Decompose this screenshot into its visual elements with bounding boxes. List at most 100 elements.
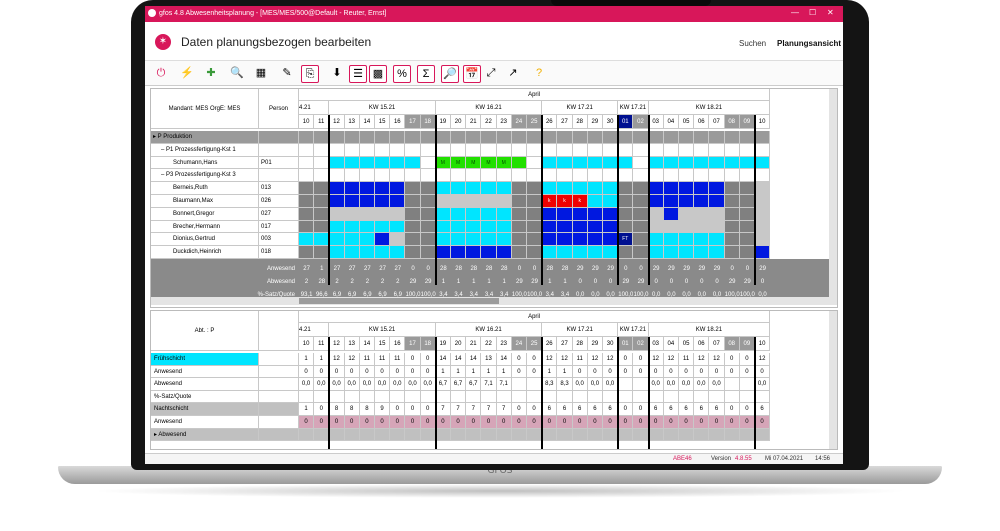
plan-cell[interactable] — [755, 131, 771, 144]
plan-cell[interactable] — [466, 169, 482, 183]
plan-cell[interactable] — [466, 131, 482, 144]
plan-cell[interactable] — [648, 195, 664, 208]
help-arrow-icon[interactable]: ↗ — [505, 65, 521, 81]
plan-cell[interactable] — [451, 195, 467, 208]
plan-cell[interactable] — [451, 182, 467, 195]
plan-cell[interactable] — [405, 220, 421, 234]
plan-cell[interactable] — [390, 143, 406, 157]
plan-cell[interactable] — [420, 195, 436, 208]
download-icon[interactable]: ⬇ — [329, 65, 345, 81]
plan-cell[interactable] — [390, 131, 406, 144]
plan-cell[interactable] — [435, 182, 451, 195]
plan-cell[interactable] — [709, 131, 725, 144]
plan-cell[interactable] — [755, 207, 771, 221]
plan-cell[interactable] — [299, 156, 315, 170]
plan-cell[interactable] — [451, 220, 467, 234]
nav-search-link[interactable]: Suchen — [739, 39, 766, 48]
plan-cell[interactable] — [587, 246, 603, 259]
plan-cell[interactable] — [359, 131, 375, 144]
plan-cell[interactable] — [496, 169, 512, 183]
plan-cell[interactable] — [405, 195, 421, 208]
plan-cell[interactable] — [481, 195, 497, 208]
plan-cell[interactable] — [603, 143, 619, 157]
plan-cell[interactable] — [694, 156, 710, 170]
plan-cell[interactable] — [375, 220, 391, 234]
plan-cell[interactable] — [496, 220, 512, 234]
plan-cell[interactable] — [663, 233, 679, 247]
plan-cell[interactable] — [496, 182, 512, 195]
plan-cell[interactable] — [739, 207, 755, 221]
plan-cell[interactable] — [663, 156, 679, 170]
plan-cell[interactable] — [633, 131, 649, 144]
plan-cell[interactable] — [663, 195, 679, 208]
plan-cell[interactable] — [435, 246, 451, 259]
plan-cell[interactable] — [405, 156, 421, 170]
plan-cell[interactable] — [527, 131, 543, 144]
plan-cell[interactable] — [527, 233, 543, 247]
plan-cell[interactable] — [618, 207, 634, 221]
plan-cell[interactable] — [359, 207, 375, 221]
plan-cell[interactable] — [329, 246, 345, 259]
plan-cell[interactable] — [314, 131, 330, 144]
plan-cell[interactable] — [481, 220, 497, 234]
plan-cell[interactable] — [557, 207, 573, 221]
plan-cell[interactable] — [557, 131, 573, 144]
plan-cell[interactable] — [724, 169, 740, 183]
calendar-icon[interactable]: 📅 — [463, 65, 481, 83]
plan-cell[interactable] — [679, 246, 695, 259]
horizontal-scrollbar[interactable] — [151, 297, 837, 305]
plan-cell[interactable] — [587, 131, 603, 144]
plan-cell[interactable] — [694, 182, 710, 195]
plan-cell[interactable] — [633, 195, 649, 208]
plan-cell[interactable] — [329, 156, 345, 170]
plan-cell[interactable] — [755, 156, 771, 170]
grid-view-icon[interactable]: ☰ — [349, 65, 367, 83]
plan-cell[interactable] — [481, 246, 497, 259]
plan-cell[interactable] — [481, 182, 497, 195]
plan-cell[interactable] — [496, 143, 512, 157]
plan-cell[interactable] — [420, 233, 436, 247]
plan-cell[interactable] — [511, 182, 527, 195]
plan-cell[interactable] — [633, 220, 649, 234]
plan-cell[interactable] — [511, 246, 527, 259]
plan-cell[interactable] — [542, 143, 558, 157]
plan-cell[interactable] — [420, 131, 436, 144]
plan-cell[interactable] — [679, 143, 695, 157]
plan-cell[interactable] — [694, 169, 710, 183]
maximize-button[interactable]: ☐ — [809, 8, 816, 17]
plan-cell[interactable] — [527, 169, 543, 183]
plan-cell[interactable] — [527, 246, 543, 259]
plan-cell[interactable] — [557, 169, 573, 183]
plan-cell[interactable] — [344, 169, 360, 183]
plan-cell[interactable] — [724, 246, 740, 259]
plan-cell[interactable] — [572, 182, 588, 195]
plan-cell[interactable] — [344, 143, 360, 157]
plan-cell[interactable] — [663, 143, 679, 157]
plan-cell[interactable]: k — [557, 195, 573, 208]
plan-cell[interactable] — [572, 207, 588, 221]
plan-cell[interactable] — [603, 246, 619, 259]
plan-cell[interactable] — [496, 207, 512, 221]
plan-cell[interactable] — [648, 207, 664, 221]
lightning-icon[interactable]: ⚡ — [179, 65, 195, 81]
plan-cell[interactable] — [739, 220, 755, 234]
plan-cell[interactable] — [709, 233, 725, 247]
plan-cell[interactable] — [633, 143, 649, 157]
plan-cell[interactable] — [359, 143, 375, 157]
plan-cell[interactable] — [633, 169, 649, 183]
plan-cell[interactable] — [603, 233, 619, 247]
scrollbar-thumb[interactable] — [299, 298, 499, 304]
plan-cell[interactable] — [542, 156, 558, 170]
plan-cell[interactable] — [739, 182, 755, 195]
plan-cell[interactable] — [542, 131, 558, 144]
plan-cell[interactable] — [694, 246, 710, 259]
plan-cell[interactable] — [755, 220, 771, 234]
plan-cell[interactable]: M — [435, 156, 451, 170]
plan-cell[interactable] — [511, 143, 527, 157]
plan-cell[interactable] — [663, 182, 679, 195]
plan-cell[interactable] — [375, 169, 391, 183]
plan-cell[interactable] — [739, 169, 755, 183]
plan-cell[interactable] — [709, 246, 725, 259]
plan-cell[interactable] — [603, 182, 619, 195]
plan-cell[interactable] — [603, 156, 619, 170]
